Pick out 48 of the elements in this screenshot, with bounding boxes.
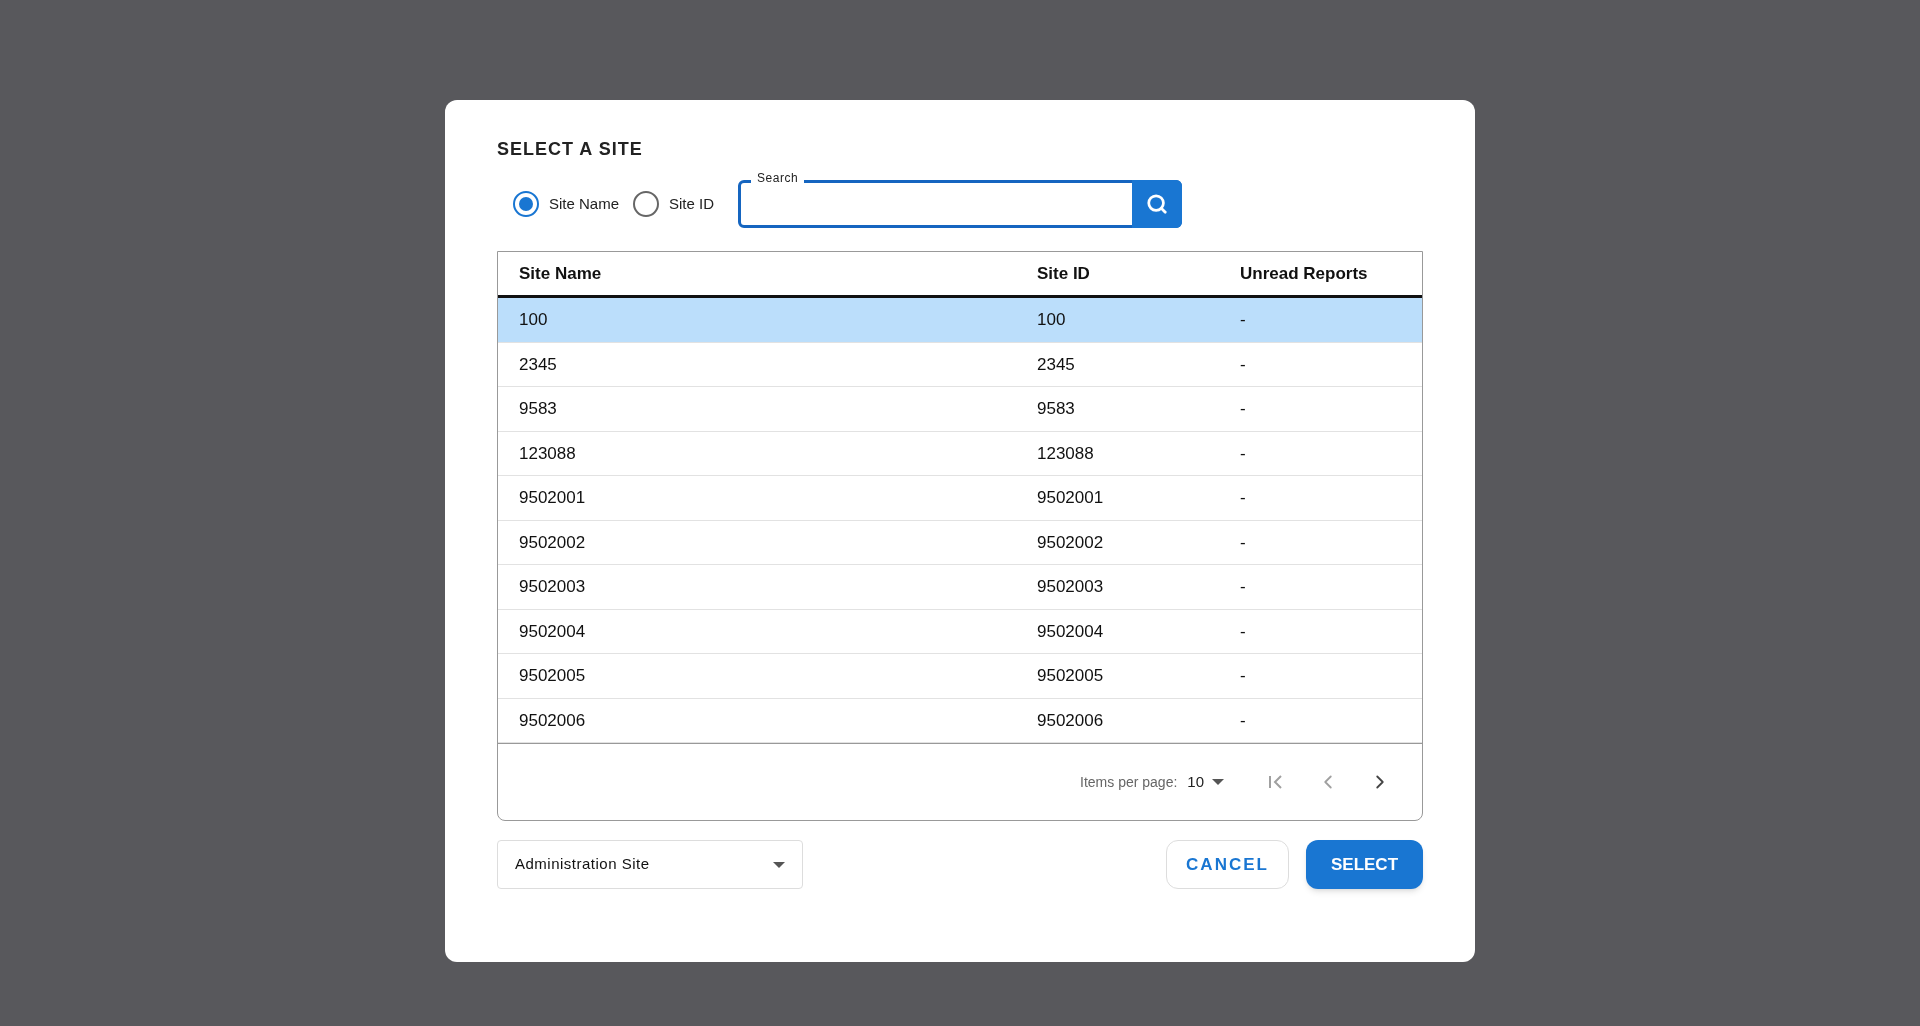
table-cell: 9502004 (1037, 621, 1104, 641)
search-field[interactable] (738, 180, 1183, 228)
table-cell: - (1240, 532, 1246, 552)
table-cell: 100 (1037, 310, 1066, 329)
table-cell: 9583 (519, 399, 557, 418)
table-cell: 123088 (1037, 443, 1094, 463)
table-cell: 2345 (519, 354, 557, 374)
table-cell: 9502005 (519, 666, 586, 685)
table-cell: 100 (519, 310, 548, 329)
first-page-icon (1267, 773, 1285, 791)
table-cell: - (1240, 354, 1246, 374)
table-cell: - (1240, 577, 1246, 596)
table-cell: 9583 (1037, 399, 1075, 418)
site-type-select[interactable]: Administration Site (497, 840, 803, 889)
column-header[interactable]: Unread Reports (1240, 263, 1368, 283)
select-button[interactable]: SELECT (1306, 840, 1423, 889)
radio-option[interactable]: Site Name (513, 191, 620, 217)
table-cell: - (1240, 399, 1246, 418)
caret-icon (773, 861, 785, 868)
table-cell: - (1240, 310, 1246, 329)
table-cell: 9502004 (519, 621, 586, 641)
column-header[interactable]: Site Name (519, 263, 602, 283)
radio-option[interactable]: Site ID (633, 191, 715, 217)
table-cell: 9502002 (1037, 532, 1104, 552)
table-row[interactable]: 100 100 - (498, 298, 1422, 343)
table-cell: 9502006 (519, 710, 586, 730)
search-button[interactable] (1132, 180, 1183, 228)
page-size-select[interactable]: 10 (1187, 770, 1224, 794)
column-header[interactable]: Site ID (1037, 263, 1090, 283)
table-cell: 9502003 (519, 577, 586, 596)
table-cell: 9502002 (519, 532, 586, 552)
table-cell: - (1240, 621, 1246, 641)
table-cell: - (1240, 666, 1246, 685)
table-cell: - (1240, 710, 1246, 730)
search-icon (1146, 193, 1169, 215)
cancel-button[interactable]: CANCEL (1166, 840, 1289, 889)
table-cell: 2345 (1037, 354, 1075, 374)
table-cell: - (1240, 443, 1246, 463)
dialog-title: SELECT A SITE (497, 138, 643, 161)
caret-icon (1212, 779, 1224, 785)
items-per-page-label: Items per page: (1080, 772, 1178, 792)
table-cell: 9502005 (1037, 666, 1104, 685)
table-cell: 123088 (519, 443, 576, 463)
table-cell: 9502003 (1037, 577, 1104, 596)
table-cell: - (1240, 488, 1246, 507)
table-cell: 9502001 (1037, 488, 1104, 507)
table-cell: 9502001 (519, 488, 586, 507)
table-cell: 9502006 (1037, 710, 1104, 730)
